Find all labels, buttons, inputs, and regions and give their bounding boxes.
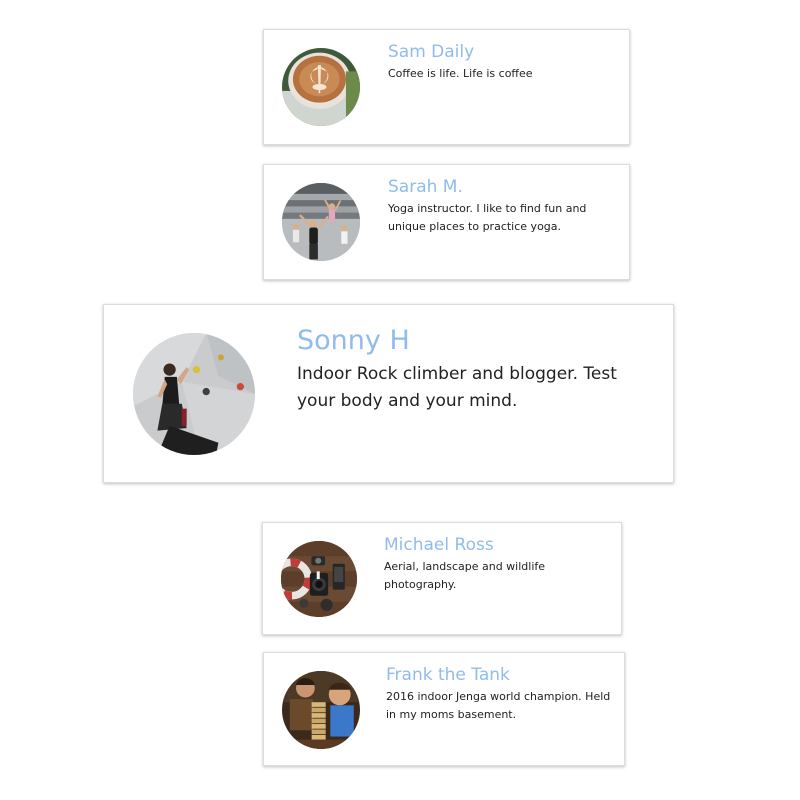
camera-gear-photo xyxy=(281,541,357,617)
profile-name[interactable]: Sam Daily xyxy=(388,44,474,61)
avatar xyxy=(281,541,357,617)
avatar xyxy=(133,333,255,455)
profile-card-sonny-h[interactable]: Sonny H Indoor Rock climber and blogger.… xyxy=(103,304,674,483)
yoga-class-photo xyxy=(282,183,360,261)
profile-card-frank-the-tank[interactable]: Frank the Tank 2016 indoor Jenga world c… xyxy=(263,652,625,766)
coffee-latte-photo xyxy=(282,48,360,126)
profile-card-sam-daily[interactable]: Sam Daily Coffee is life. Life is coffee xyxy=(263,29,630,145)
avatar xyxy=(282,48,360,126)
profile-bio: Indoor Rock climber and blogger. Test yo… xyxy=(297,364,617,411)
avatar xyxy=(282,183,360,261)
profile-name[interactable]: Frank the Tank xyxy=(386,667,510,684)
profile-name[interactable]: Sonny H xyxy=(297,327,410,354)
profile-name[interactable]: Sarah M. xyxy=(388,179,463,196)
profile-bio: Yoga instructor. I like to find fun and … xyxy=(388,202,587,233)
profile-bio: Coffee is life. Life is coffee xyxy=(388,67,533,80)
profile-name[interactable]: Michael Ross xyxy=(384,537,494,554)
profile-card-michael-ross[interactable]: Michael Ross Aerial, landscape and wildl… xyxy=(262,522,622,635)
rock-climber-photo xyxy=(133,333,255,455)
jenga-players-photo xyxy=(282,671,360,749)
avatar xyxy=(282,671,360,749)
profile-bio: Aerial, landscape and wildlife photograp… xyxy=(384,560,546,591)
profile-card-sarah-m[interactable]: Sarah M. Yoga instructor. I like to find… xyxy=(263,164,630,280)
profile-bio: 2016 indoor Jenga world champion. Held i… xyxy=(386,690,611,721)
